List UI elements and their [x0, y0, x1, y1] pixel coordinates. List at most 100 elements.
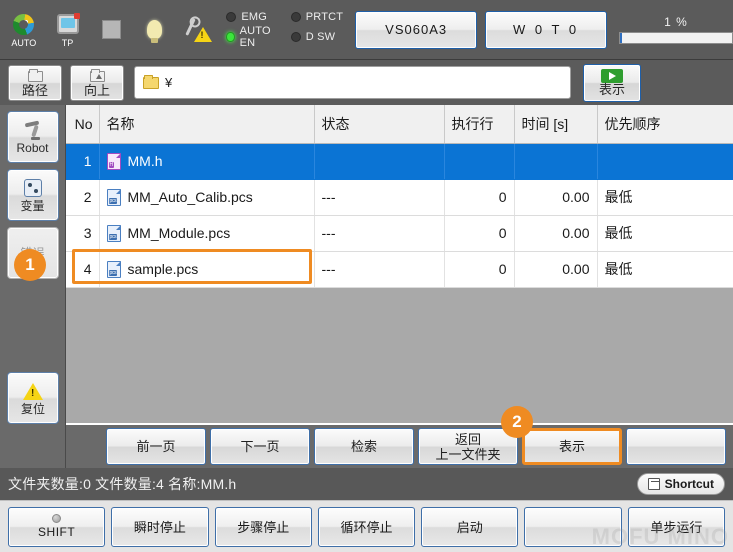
show-button[interactable]: 表示 [522, 428, 622, 465]
column-header-exec-line[interactable]: 执行行 [444, 105, 515, 144]
speed-progress-bar[interactable] [619, 32, 733, 44]
empty-bottom-button [524, 506, 622, 547]
next-page-button[interactable]: 下一页 [210, 428, 310, 465]
teach-pendant-icon[interactable]: TP [48, 6, 88, 54]
show-button-top[interactable]: 表示 [583, 63, 641, 102]
program-name-button[interactable]: W 0 T 0 [485, 10, 607, 49]
maintenance-warning-glyph [184, 17, 212, 43]
cell-name: pcs MM_Module.pcs [99, 215, 315, 252]
function-button-row: 前一页 下一页 检索 返回 上一文件夹 表示 [66, 425, 733, 468]
h-file-icon: H [106, 152, 121, 170]
pcs-file-icon: pcs [106, 260, 121, 278]
table-row[interactable]: 2 pcs MM_Auto_Calib.pcs --- 0 0.00 最低 [66, 179, 733, 216]
cell-state: --- [314, 179, 445, 216]
maintenance-warning-icon[interactable] [179, 6, 219, 54]
stop-icon[interactable] [91, 6, 131, 54]
annotation-badge-2: 2 [501, 406, 533, 438]
auto-mode-icon[interactable]: AUTO [4, 6, 44, 54]
start-button[interactable]: 启动 [421, 506, 519, 547]
column-header-priority[interactable]: 优先顺序 [597, 105, 733, 144]
parent-folder-button[interactable]: 返回 上一文件夹 [418, 428, 518, 465]
led-d-sw-label: D SW [305, 30, 336, 43]
search-button[interactable]: 检索 [314, 428, 414, 465]
cell-state [314, 143, 445, 180]
file-table: No 名称 状态 执行行 时间 [s] 优先顺序 1 H MM.h 2 pcs … [66, 105, 733, 288]
path-folder-icon [143, 74, 159, 89]
cell-name-text: MM_Module.pcs [127, 225, 231, 241]
cell-no: 4 [66, 251, 100, 288]
table-row[interactable]: 4 pcs sample.pcs --- 0 0.00 最低 [66, 251, 733, 288]
annotation-badge-1: 1 [14, 249, 46, 281]
pcs-file-icon: pcs [106, 188, 121, 206]
cell-time: 0.00 [514, 215, 598, 252]
path-button[interactable]: 路径 [8, 64, 62, 101]
step-run-button[interactable]: 单步运行 [627, 506, 725, 547]
lamp-glyph [147, 17, 163, 43]
cell-exec-line: 0 [444, 251, 515, 288]
shortcut-icon [647, 478, 660, 490]
sidebar-item-variable[interactable]: 变量 [6, 169, 59, 221]
led-auto-en-dot [226, 31, 235, 42]
cell-name-text: MM.h [127, 153, 163, 169]
sidebar-item-robot[interactable]: Robot [6, 111, 59, 163]
column-header-state[interactable]: 状态 [314, 105, 445, 144]
shift-button[interactable]: SHIFT [8, 506, 106, 547]
led-indicator-group: EMG PRTCT AUTO EN D SW [226, 11, 343, 49]
led-emg-label: EMG [241, 10, 268, 23]
step-stop-button[interactable]: 步骤停止 [214, 506, 312, 547]
robot-model-button[interactable]: VS060A3 [355, 10, 478, 49]
cell-time: 0.00 [514, 179, 598, 216]
instant-stop-button[interactable]: 瞬时停止 [111, 506, 209, 547]
teach-pendant-label: TP [61, 38, 74, 48]
path-input[interactable]: ¥ [134, 66, 571, 99]
column-header-time[interactable]: 时间 [s] [514, 105, 598, 144]
bottom-control-bar: SHIFT 瞬时停止 步骤停止 循环停止 启动 单步运行 [0, 500, 733, 552]
cell-name-text: sample.pcs [127, 261, 199, 277]
table-row[interactable]: 1 H MM.h [66, 143, 733, 180]
file-count-status: 文件夹数量:0 文件数量:4 名称:MM.h [8, 476, 237, 492]
shortcut-button-label: Shortcut [664, 477, 714, 491]
green-arrow-icon [601, 68, 623, 83]
led-prtct-dot [290, 11, 301, 22]
auto-mode-glyph [13, 11, 35, 37]
cell-no: 2 [66, 179, 100, 216]
prev-page-button[interactable]: 前一页 [106, 428, 206, 465]
empty-function-button [626, 428, 726, 465]
lamp-icon[interactable] [135, 6, 175, 54]
robot-arm-icon [23, 119, 43, 141]
led-emg-dot [226, 11, 237, 22]
speed-percent-label: 1 % [664, 15, 688, 29]
folder-icon [27, 69, 43, 84]
reset-button-label: 复位 [20, 402, 45, 416]
column-header-no[interactable]: No [66, 105, 100, 144]
speed-progress: 1 % [619, 15, 733, 44]
column-header-name[interactable]: 名称 [99, 105, 315, 144]
warning-triangle-icon [23, 380, 43, 402]
pcs-file-icon: pcs [106, 224, 121, 242]
left-sidebar: Robot 变量 错误 复位 [0, 105, 66, 468]
cell-no: 3 [66, 215, 100, 252]
table-empty-area [66, 287, 733, 423]
application-window: AUTO TP EMG PRTCT [0, 0, 733, 552]
shortcut-button[interactable]: Shortcut [636, 473, 725, 495]
cell-exec-line: 0 [444, 179, 515, 216]
path-toolbar: 路径 向上 ¥ 表示 [0, 60, 733, 105]
table-row[interactable]: 3 pcs MM_Module.pcs --- 0 0.00 最低 [66, 215, 733, 252]
variable-icon [23, 177, 42, 199]
cell-exec-line: 0 [444, 215, 515, 252]
up-button[interactable]: 向上 [70, 64, 124, 101]
file-list-panel: No 名称 状态 执行行 时间 [s] 优先顺序 1 H MM.h 2 pcs … [66, 105, 733, 425]
cycle-stop-button[interactable]: 循环停止 [317, 506, 416, 547]
reset-button[interactable]: 复位 [7, 372, 59, 424]
cell-priority: 最低 [597, 251, 733, 288]
cell-priority: 最低 [597, 215, 733, 252]
folder-up-icon [89, 69, 105, 84]
shift-indicator-dot [52, 514, 62, 523]
cell-time: 0.00 [514, 251, 598, 288]
teach-pendant-glyph [56, 11, 80, 37]
cell-name: H MM.h [99, 143, 315, 180]
led-emg: EMG [226, 11, 278, 23]
cell-name: pcs MM_Auto_Calib.pcs [99, 179, 315, 216]
shift-button-label: SHIFT [38, 525, 76, 539]
status-info-bar: 文件夹数量:0 文件数量:4 名称:MM.h Shortcut [0, 468, 733, 500]
